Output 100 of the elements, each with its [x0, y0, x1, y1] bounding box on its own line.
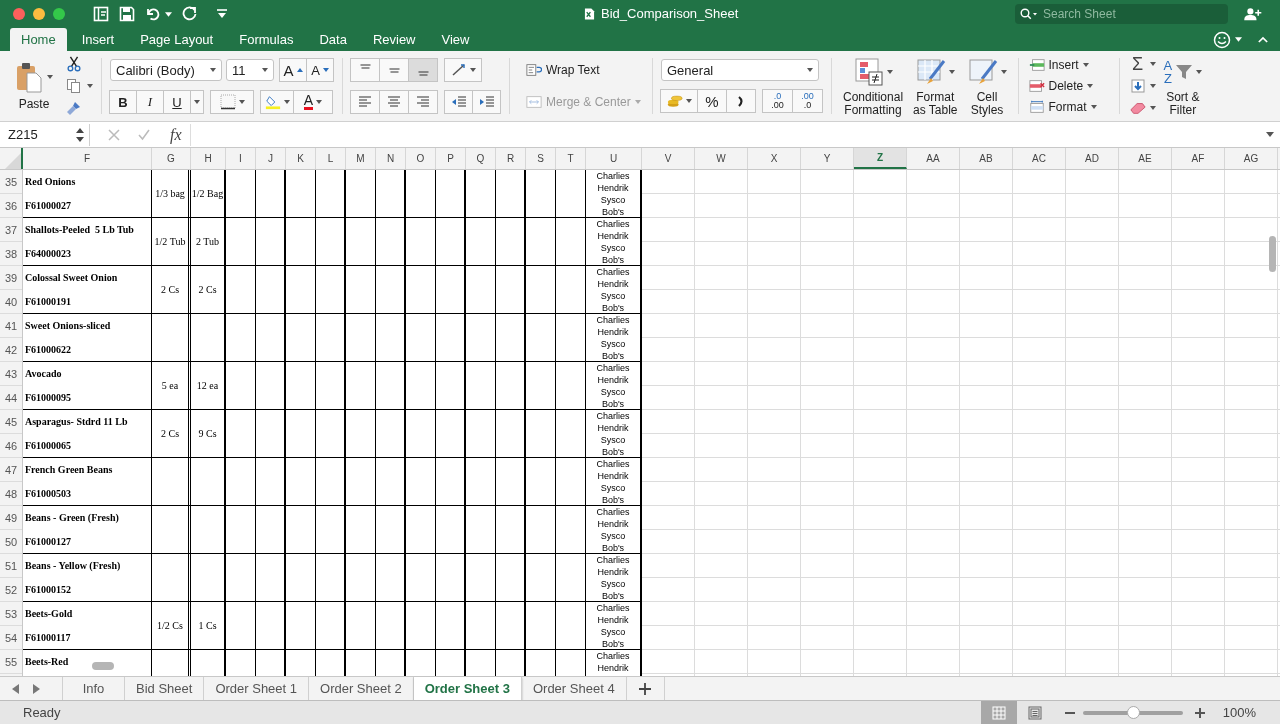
- caret-icon[interactable]: [165, 11, 172, 17]
- row-header[interactable]: 37: [0, 218, 22, 242]
- align-middle-button[interactable]: [379, 58, 409, 82]
- fill-color-button[interactable]: [260, 90, 294, 114]
- collapse-ribbon-icon[interactable]: [1258, 36, 1268, 43]
- number-format-select[interactable]: General: [661, 59, 819, 81]
- font-name-select[interactable]: Calibri (Body): [110, 59, 222, 81]
- ribbon-tab[interactable]: Data: [308, 28, 358, 51]
- column-header[interactable]: AF: [1172, 148, 1225, 169]
- column-header[interactable]: W: [695, 148, 748, 169]
- column-header[interactable]: S: [526, 148, 556, 169]
- row-header[interactable]: 43: [0, 362, 22, 386]
- decrease-decimal-button[interactable]: .00 .0: [792, 89, 823, 113]
- orientation-button[interactable]: [444, 58, 482, 82]
- decrease-indent-button[interactable]: [444, 90, 473, 114]
- column-header[interactable]: X: [748, 148, 801, 169]
- row-header[interactable]: 41: [0, 314, 22, 338]
- redo-icon[interactable]: [182, 6, 198, 22]
- check-icon[interactable]: [138, 128, 150, 141]
- align-left-button[interactable]: [350, 90, 380, 114]
- ribbon-tab[interactable]: Insert: [70, 28, 126, 51]
- previous-sheet-icon[interactable]: [12, 683, 20, 694]
- row-header[interactable]: 35: [0, 170, 22, 194]
- font-size-select[interactable]: 11: [226, 59, 274, 81]
- column-header[interactable]: AE: [1119, 148, 1172, 169]
- column-header[interactable]: J: [256, 148, 286, 169]
- font-color-button[interactable]: A: [293, 90, 333, 114]
- column-header[interactable]: AA: [907, 148, 960, 169]
- row-header[interactable]: 53: [0, 602, 22, 626]
- minimize-button[interactable]: [33, 8, 45, 20]
- scrollbar-thumb[interactable]: [1269, 236, 1276, 272]
- italic-button[interactable]: I: [136, 90, 164, 114]
- cell-styles-button[interactable]: Cell Styles: [964, 55, 1010, 117]
- copy-icon[interactable]: [66, 78, 82, 94]
- column-header[interactable]: U: [586, 148, 642, 169]
- smiley-icon[interactable]: [1213, 30, 1231, 49]
- insert-cells-button[interactable]: Insert: [1026, 56, 1111, 74]
- clipboard-icon[interactable]: [15, 61, 42, 93]
- column-header[interactable]: AC: [1013, 148, 1066, 169]
- column-header[interactable]: H: [191, 148, 226, 169]
- sort-filter-button[interactable]: A Z Sort & Filter: [1163, 55, 1203, 117]
- increase-font-button[interactable]: A: [279, 58, 307, 82]
- scrollbar-thumb[interactable]: [92, 662, 114, 670]
- align-right-button[interactable]: [408, 90, 438, 114]
- column-header[interactable]: R: [496, 148, 526, 169]
- row-header[interactable]: 39: [0, 266, 22, 290]
- delete-cells-button[interactable]: Delete: [1026, 77, 1111, 95]
- column-header[interactable]: Z: [854, 148, 907, 169]
- column-header[interactable]: O: [406, 148, 436, 169]
- format-as-table-button[interactable]: Format as Table: [910, 55, 961, 117]
- column-header[interactable]: I: [226, 148, 256, 169]
- column-header[interactable]: Q: [466, 148, 496, 169]
- percent-button[interactable]: %: [697, 89, 727, 113]
- column-header[interactable]: K: [286, 148, 316, 169]
- wrap-text-button[interactable]: Wrap Text: [522, 60, 644, 80]
- underline-button[interactable]: U: [163, 90, 191, 114]
- row-header[interactable]: 47: [0, 458, 22, 482]
- dropdown-button[interactable]: [190, 90, 204, 114]
- autosum-button[interactable]: Σ: [1127, 54, 1158, 74]
- insert-function-button[interactable]: fx: [170, 125, 182, 144]
- sidebar-icon[interactable]: [93, 6, 109, 22]
- increase-decimal-button[interactable]: .0 .00: [762, 89, 793, 113]
- ribbon-tab[interactable]: Page Layout: [129, 28, 225, 51]
- conditional-formatting-button[interactable]: Conditional Formatting: [840, 55, 907, 117]
- paintbrush-icon[interactable]: [66, 100, 82, 116]
- comma-style-button[interactable]: [726, 89, 756, 113]
- borders-button[interactable]: [210, 90, 254, 114]
- scissors-icon[interactable]: [66, 56, 82, 72]
- search-field[interactable]: Search Sheet: [1015, 4, 1228, 24]
- row-header[interactable]: 51: [0, 554, 22, 578]
- expand-icon[interactable]: [1266, 132, 1274, 137]
- row-header[interactable]: 45: [0, 410, 22, 434]
- zoom-in-icon[interactable]: [1194, 707, 1205, 718]
- decrease-font-button[interactable]: A: [306, 58, 334, 82]
- caret-icon[interactable]: [46, 75, 53, 79]
- search-icon[interactable]: [1020, 8, 1038, 20]
- save-icon[interactable]: [119, 6, 135, 22]
- row-header[interactable]: 49: [0, 506, 22, 530]
- ribbon-tab[interactable]: View: [430, 28, 481, 51]
- bold-button[interactable]: B: [109, 90, 137, 114]
- undo-icon[interactable]: [145, 6, 161, 22]
- column-header[interactable]: L: [316, 148, 346, 169]
- align-bottom-button[interactable]: [408, 58, 438, 82]
- ribbon-tab[interactable]: Home: [10, 28, 67, 51]
- zoom-button[interactable]: [53, 8, 65, 20]
- paste-button[interactable]: Paste: [18, 97, 50, 111]
- column-header[interactable]: G: [152, 148, 191, 169]
- sheet-tab[interactable]: Order Sheet 3: [413, 677, 522, 700]
- row-header[interactable]: 55: [0, 650, 22, 674]
- next-sheet-icon[interactable]: [32, 683, 40, 694]
- align-center-button[interactable]: [379, 90, 409, 114]
- column-header[interactable]: T: [556, 148, 586, 169]
- column-header[interactable]: AB: [960, 148, 1013, 169]
- format-cells-button[interactable]: Format: [1026, 98, 1111, 116]
- name-box[interactable]: Z215: [0, 123, 90, 146]
- ribbon-tab[interactable]: Review: [361, 28, 427, 51]
- customize-toolbar-icon[interactable]: [216, 9, 228, 19]
- zoom-slider-thumb[interactable]: [1126, 705, 1140, 719]
- increase-indent-button[interactable]: [472, 90, 501, 114]
- align-top-button[interactable]: [350, 58, 380, 82]
